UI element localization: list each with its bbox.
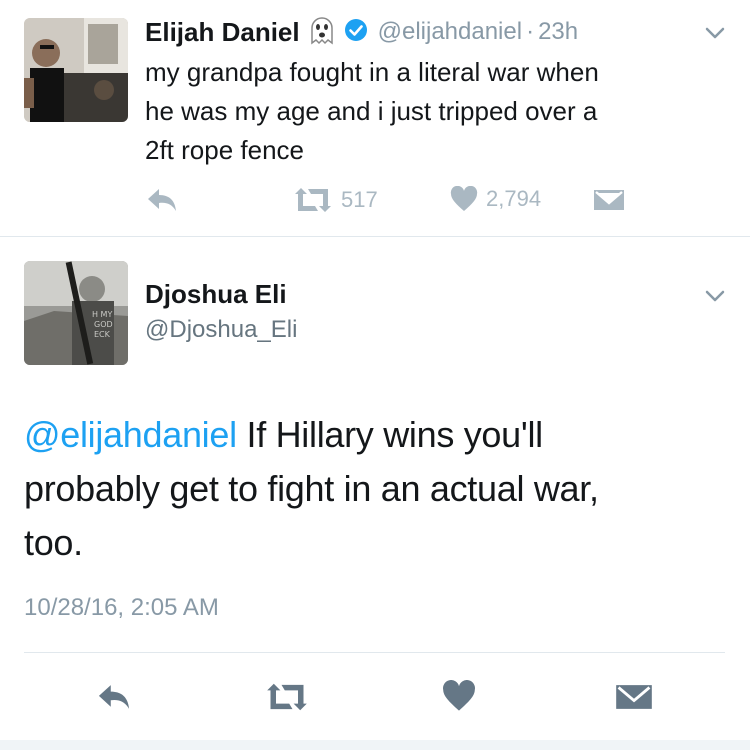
reply-icon	[148, 189, 176, 211]
tweet1-text-line: my grandpa fought in a literal war when	[145, 57, 599, 87]
tweet2-mention-link[interactable]: @elijahdaniel	[24, 414, 237, 455]
like-icon	[443, 680, 475, 711]
tweet1-text-line: he was my age and i just tripped over a	[145, 96, 598, 126]
retweet-icon	[267, 683, 307, 711]
tweet2-reply-button[interactable]	[96, 683, 132, 711]
svg-text:GOD: GOD	[94, 320, 113, 329]
tweet1-separator: ·	[526, 18, 535, 45]
tweet2-retweet-button[interactable]	[265, 681, 309, 713]
tweet2-handle[interactable]: @Djoshua_Eli	[145, 316, 297, 344]
tweet1-like-button[interactable]: 2,794	[450, 186, 541, 212]
tweet1-text: my grandpa fought in a literal war when …	[145, 53, 599, 170]
reply-icon	[98, 685, 130, 709]
tweet2-text-line: If Hillary wins you'll	[236, 414, 543, 455]
tweet1-reply-button[interactable]	[146, 187, 178, 213]
tweet-divider	[0, 236, 750, 237]
svg-text:ECK: ECK	[94, 330, 111, 339]
tweet1-text-line: 2ft rope fence	[145, 135, 304, 165]
direct-message-icon	[594, 190, 624, 210]
verified-badge-icon	[344, 18, 368, 47]
like-icon	[450, 186, 478, 211]
direct-message-icon	[616, 685, 652, 709]
tweet1-chevron-down-icon[interactable]	[704, 22, 726, 44]
tweet1-like-count: 2,794	[486, 186, 542, 211]
svg-text:H MY: H MY	[92, 310, 112, 319]
retweet-icon	[295, 188, 331, 212]
tweet2-actions-divider	[24, 652, 725, 653]
tweet2-display-name[interactable]: Djoshua Eli	[145, 279, 287, 310]
tweet1-retweet-button[interactable]: 517	[293, 186, 378, 214]
tweet2-direct-message-button[interactable]	[615, 682, 653, 712]
tweet1-handle[interactable]: @elijahdaniel	[378, 18, 522, 46]
tweet1-time[interactable]: 23h	[538, 18, 578, 46]
avatar-djoshua-eli[interactable]: H MY GOD ECK	[24, 261, 128, 365]
tweet2-text-line: probably get to fight in an actual war,	[24, 468, 599, 509]
tweet2-timestamp: 10/28/16, 2:05 AM	[24, 594, 219, 621]
tweet2-text-line: too.	[24, 522, 83, 563]
tweet1-direct-message-button[interactable]	[593, 188, 625, 212]
tweet2-text: @elijahdaniel If Hillary wins you'll pro…	[24, 408, 599, 570]
ghost-emoji	[308, 15, 336, 50]
tweet2-like-button[interactable]	[442, 680, 476, 712]
tweet1-retweet-count: 517	[341, 187, 378, 212]
avatar-elijah-daniel[interactable]	[24, 18, 128, 122]
bottom-strip	[0, 740, 750, 750]
tweet2-chevron-down-icon[interactable]	[704, 285, 726, 307]
tweet1-display-name[interactable]: Elijah Daniel	[145, 17, 300, 48]
